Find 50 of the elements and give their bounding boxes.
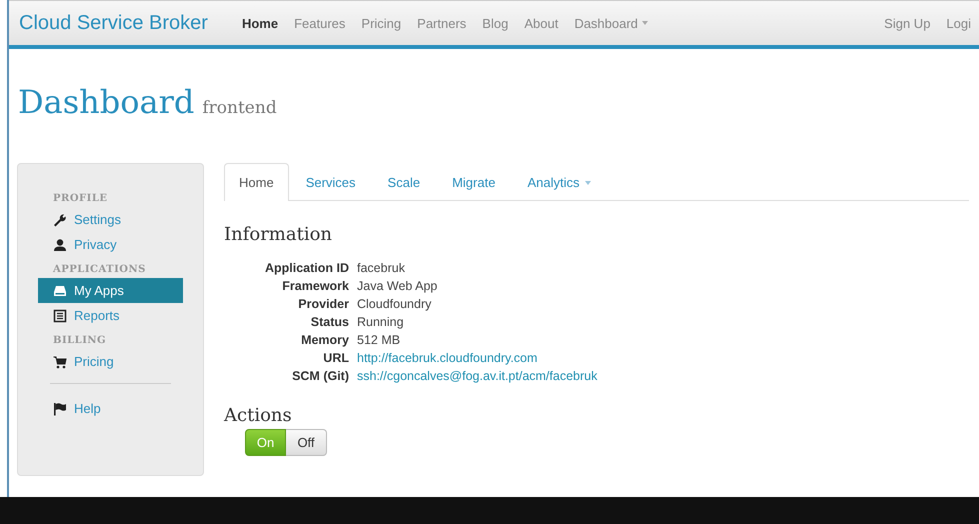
- page-title: Dashboard: [18, 83, 194, 121]
- section-heading: Actions: [224, 405, 293, 426]
- field-value: Running: [357, 315, 405, 329]
- field-label: Framework: [281, 279, 349, 293]
- person-icon: [53, 238, 67, 252]
- nav-link[interactable]: Home: [234, 16, 286, 30]
- section-heading: Information: [224, 224, 334, 245]
- sidebar-item[interactable]: Pricing: [38, 349, 183, 374]
- wrench-icon: [53, 212, 67, 226]
- sidebar-header: APPLICATIONS: [52, 263, 147, 277]
- cart-icon: [53, 354, 67, 368]
- field-value: facebruk: [357, 261, 406, 275]
- tab[interactable]: Scale: [372, 163, 436, 200]
- tab[interactable]: Services: [290, 163, 371, 200]
- nav-link[interactable]: Pricing: [353, 16, 410, 30]
- sidebar-item[interactable]: Privacy: [38, 232, 183, 257]
- tab[interactable]: Analytics: [512, 163, 606, 200]
- sidebar-header: BILLING: [52, 334, 108, 348]
- nav-link[interactable]: Features: [286, 16, 354, 30]
- field-label: Provider: [297, 297, 349, 311]
- brand-link[interactable]: Cloud Service Broker: [19, 12, 208, 34]
- field-value: Cloudfoundry: [357, 297, 432, 311]
- nav-link[interactable]: Logi: [938, 16, 979, 30]
- field-label: URL: [322, 351, 349, 365]
- field-label: SCM (Git): [291, 369, 349, 383]
- field-value: Java Web App: [357, 279, 438, 293]
- field-label: Memory: [300, 333, 349, 347]
- sidebar-item[interactable]: Help: [38, 396, 183, 421]
- nav-link[interactable]: About: [516, 16, 566, 30]
- field-link[interactable]: ssh://cgoncalves@fog.av.it.pt/acm/facebruk: [357, 369, 598, 383]
- drive-icon: [53, 284, 67, 298]
- sidebar-item[interactable]: Settings: [38, 207, 183, 232]
- toggle-button[interactable]: On: [245, 429, 286, 456]
- nav-link[interactable]: Blog: [474, 16, 516, 30]
- field-value: 512 MB: [357, 333, 402, 347]
- field-link[interactable]: http://facebruk.cloudfoundry.com: [357, 351, 598, 365]
- field-label: Status: [310, 315, 349, 329]
- list-icon: [53, 308, 67, 322]
- field-label: Application ID: [264, 261, 349, 275]
- tab[interactable]: Migrate: [437, 163, 510, 200]
- nav-link[interactable]: Sign Up: [876, 16, 938, 30]
- sidebar-item[interactable]: Reports: [38, 303, 183, 328]
- nav-link[interactable]: Partners: [409, 16, 474, 30]
- toggle-button[interactable]: Off: [286, 429, 327, 456]
- sidebar-header: PROFILE: [52, 192, 108, 206]
- nav-link[interactable]: Dashboard: [566, 16, 656, 30]
- sidebar-item[interactable]: My Apps: [38, 278, 183, 303]
- flag-icon: [53, 402, 67, 416]
- page-subtitle: frontend: [202, 98, 277, 118]
- tab[interactable]: Home: [224, 163, 289, 201]
